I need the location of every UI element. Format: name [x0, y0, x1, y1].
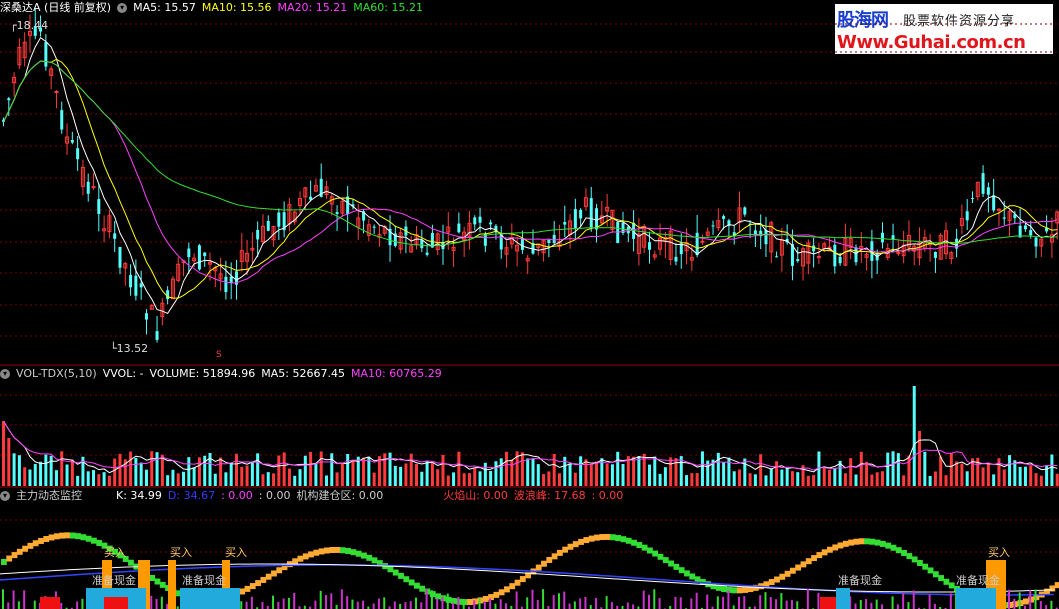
value-1: : 0.00	[221, 489, 253, 502]
low-price-label: └13.52	[110, 342, 149, 355]
volume-header: ▾ VOL-TDX(5,10) VVOL: - VOLUME: 51894.96 MA5…	[0, 366, 448, 382]
bolang-value: 波浪峰: 17.68	[513, 489, 586, 502]
prepare-cash-2: 准备现金	[182, 574, 226, 587]
buy-signal-3: 买入	[225, 546, 247, 559]
buy-signal-2: 买入	[170, 546, 192, 559]
value-3: : 0.00	[591, 489, 624, 502]
indicator-toggle-icon[interactable]: ▾	[0, 491, 10, 501]
jigou-value: 机构建仓区: 0.00	[296, 489, 384, 502]
prepare-cash-3: 准备现金	[838, 574, 882, 587]
buy-signal-4: 买入	[988, 546, 1010, 559]
k-value: K: 34.99	[116, 489, 162, 502]
high-price-label: ┌18.44	[10, 19, 49, 32]
vol-toggle-icon[interactable]: ▾	[0, 369, 10, 379]
indicator-header: ▾ 主力动态监控 K: 34.99 D: 34.67 : 0.00 : 0.00 机构建仓区…	[0, 488, 629, 504]
indicator-title[interactable]: 主力动态监控	[16, 489, 82, 502]
prepare-cash-1: 准备现金	[92, 574, 136, 587]
vvol-value: VVOL: -	[102, 367, 144, 380]
signal-marker: S	[216, 350, 222, 360]
vol-ma10-value: MA10: 60765.29	[350, 367, 442, 380]
volume-value: VOLUME: 51894.96	[149, 367, 256, 380]
prepare-cash-4: 准备现金	[956, 574, 1000, 587]
vol-ma5-value: MA5: 52667.45	[261, 367, 345, 380]
vol-title[interactable]: VOL-TDX(5,10)	[16, 367, 97, 380]
huoyan-value: 火焰山: 0.00	[443, 489, 508, 502]
kline-chart-canvas[interactable]	[0, 0, 1059, 609]
buy-signal-1: 买入	[104, 546, 126, 559]
d-value: D: 34.67	[167, 489, 216, 502]
value-2: : 0.00	[258, 489, 291, 502]
